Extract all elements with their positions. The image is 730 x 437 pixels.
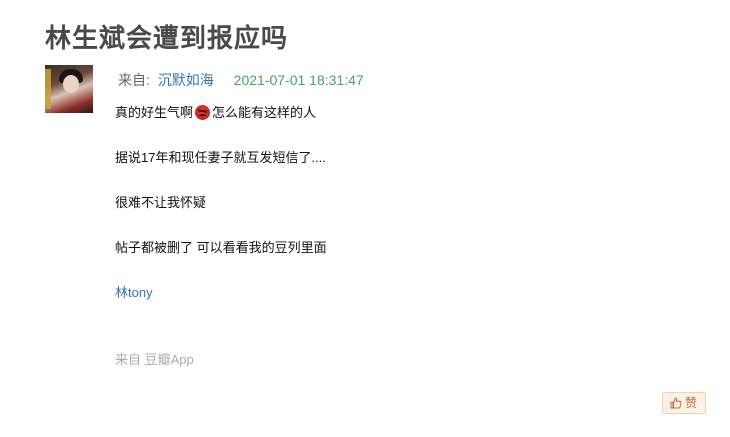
- content-line: 真的好生气啊 怎么能有这样的人: [115, 104, 327, 122]
- content-line: 帖子都被删了 可以看看我的豆列里面: [115, 240, 327, 255]
- content-line: 林tony: [115, 284, 327, 302]
- from-label: 来自:: [118, 72, 150, 88]
- avatar[interactable]: [45, 65, 93, 113]
- user-link[interactable]: 林tony: [115, 285, 153, 300]
- post-timestamp: 2021-07-01 18:31:47: [233, 72, 364, 88]
- post-content: 真的好生气啊 怎么能有这样的人 据说17年和现任妻子就互发短信了.... 很难不让…: [115, 104, 327, 329]
- author-link[interactable]: 沉默如海: [158, 72, 214, 88]
- like-label: 赞: [685, 396, 698, 410]
- angry-emoji-icon: [195, 105, 211, 120]
- content-line: 很难不让我怀疑: [115, 195, 207, 210]
- content-text: 怎么能有这样的人: [212, 105, 317, 120]
- avatar-decoration: [45, 69, 51, 109]
- source-app-link[interactable]: 豆瓣App: [145, 352, 194, 367]
- source-label: 来自: [115, 352, 142, 367]
- thumbs-up-icon: [670, 397, 682, 409]
- content-line: 据说17年和现任妻子就互发短信了....: [115, 150, 326, 165]
- page-title: 林生斌会遭到报应吗: [45, 24, 289, 54]
- avatar-face: [63, 75, 79, 93]
- post-meta: 来自: 沉默如海 2021-07-01 18:31:47: [118, 70, 364, 90]
- like-button[interactable]: 赞: [662, 392, 707, 414]
- content-text: 真的好生气啊: [115, 105, 194, 120]
- post-source: 来自 豆瓣App: [115, 349, 194, 368]
